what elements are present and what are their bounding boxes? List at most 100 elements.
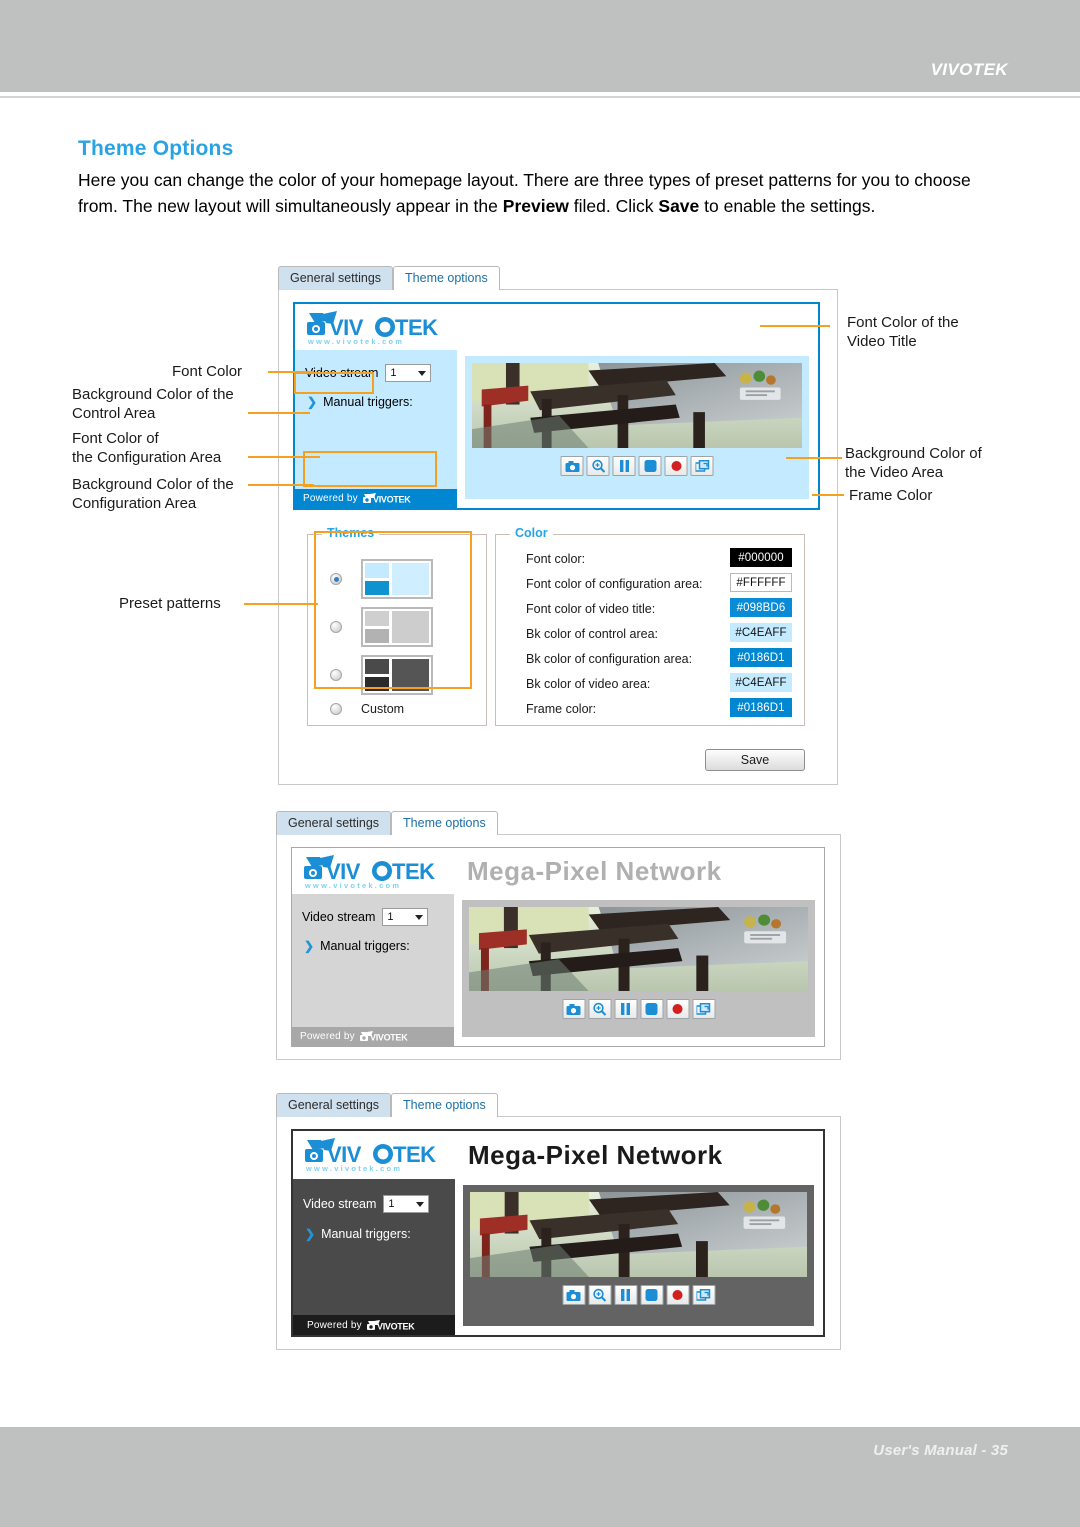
preview-panel-dark: VIV TEK www.vivotek.com Mega-Pixel Netwo… [276,1116,841,1350]
vivotek-wordmark-icon: VIVOTEK [362,493,411,504]
pause-icon[interactable] [612,456,636,476]
theme-radio-blue[interactable] [330,573,342,585]
color-value-bk-control[interactable]: #C4EAFF [730,623,792,642]
pause-icon-gray[interactable] [614,999,637,1019]
body-part-3: to enable the settings. [699,196,876,216]
tab-theme-options-dark[interactable]: Theme options [391,1093,498,1117]
svg-text:VIVOTEK: VIVOTEK [377,1321,415,1331]
stop-icon-gray[interactable] [640,999,663,1019]
svg-text:www.vivotek.com: www.vivotek.com [305,1164,402,1173]
pause-icon-dark[interactable] [614,1285,637,1305]
digital-zoom-icon[interactable] [586,456,610,476]
manual-triggers-row-gray[interactable]: ❯ Manual triggers: [304,939,410,953]
snapshot-icon-dark[interactable] [562,1285,585,1305]
chevron-down-icon [418,370,427,376]
tab-theme-options-gray[interactable]: Theme options [391,811,498,835]
preview-video-area [465,356,809,499]
leader-bk-control-area [248,412,310,414]
powered-by-text: Powered by [303,493,358,504]
record-icon-gray[interactable] [666,999,689,1019]
theme-option-gray[interactable] [330,607,433,647]
theme-option-blue[interactable] [330,559,433,599]
theme-thumbnail-blue [361,559,433,599]
fullscreen-icon-gray[interactable] [692,999,715,1019]
color-value-bk-config[interactable]: #0186D1 [730,648,792,667]
color-row-label-bk-control: Bk color of control area: [526,627,659,641]
color-row-label-frame: Frame color: [526,702,597,716]
manual-triggers-row[interactable]: ❯ Manual triggers: [307,395,413,409]
vivotek-wordmark-icon-dark: VIVOTEK [366,1319,415,1331]
chevron-right-icon: ❯ [307,395,318,409]
powered-by-text-dark: Powered by [307,1319,362,1331]
color-row-label-font: Font color: [526,552,586,566]
stop-icon[interactable] [638,456,662,476]
preview-control-area-gray: Video stream 1 ❯ Manual triggers: Powere… [292,894,454,1046]
chevron-down-icon-dark [416,1201,425,1207]
tab-bar-gray: General settings Theme options [276,810,498,835]
snapshot-icon[interactable] [560,456,584,476]
video-stream-label: Video stream [305,366,379,380]
homepage-preview-dark: VIV TEK www.vivotek.com Mega-Pixel Netwo… [291,1129,825,1337]
video-stream-value: 1 [390,367,397,379]
preview-control-area: Video stream 1 ❯ Manual triggers: Powere… [295,350,457,508]
color-value-bk-video[interactable]: #C4EAFF [730,673,792,692]
color-value-frame[interactable]: #0186D1 [730,698,792,717]
fullscreen-icon[interactable] [690,456,714,476]
theme-option-custom[interactable]: Custom [330,702,404,716]
callout-bk-control-area: Background Color of the Control Area [72,386,234,422]
leader-font-config-area [248,456,320,458]
video-stream-row-dark: Video stream 1 [303,1195,430,1213]
page-title: Theme Options [78,137,234,160]
leader-preset-patterns [244,603,318,605]
theme-radio-dark[interactable] [330,669,342,681]
vivotek-wordmark-icon-gray: VIVOTEK [359,1031,408,1042]
record-icon[interactable] [664,456,688,476]
callout-frame-color: Frame Color [849,487,933,504]
preview-video-area-dark [463,1185,814,1326]
screenshot-theme-preview-dark: General settings Theme options VIV TEK w… [276,1092,841,1350]
vivotek-logo-icon-gray: VIV TEK www.vivotek.com [304,855,436,890]
vivotek-logo-icon: VIV TEK www.vivotek.com [307,311,439,346]
video-stream-label-dark: Video stream [303,1197,377,1211]
fullscreen-icon-dark[interactable] [692,1285,715,1305]
color-legend: Color [510,526,553,540]
video-stream-value-gray: 1 [387,911,394,923]
save-button[interactable]: Save [705,749,805,771]
video-stream-select-gray[interactable]: 1 [382,908,429,926]
snapshot-icon-gray[interactable] [562,999,585,1019]
theme-radio-custom[interactable] [330,703,342,715]
themes-fieldset: Themes Custom [307,526,487,726]
svg-text:VIVOTEK: VIVOTEK [370,1032,408,1042]
tab-general-settings[interactable]: General settings [278,266,394,290]
digital-zoom-icon-dark[interactable] [588,1285,611,1305]
color-row-label-font-title: Font color of video title: [526,602,656,616]
video-stream-select[interactable]: 1 [385,364,432,382]
leader-frame-color [812,494,844,496]
tab-general-settings-gray[interactable]: General settings [276,811,392,835]
video-stream-select-dark[interactable]: 1 [383,1195,430,1213]
color-value-font-title[interactable]: #098BD6 [730,598,792,617]
tab-theme-options[interactable]: Theme options [393,266,500,290]
theme-thumbnail-gray [361,607,433,647]
preview-video-area-gray [462,900,815,1037]
screenshot-theme-options-blue: General settings Theme options VIV TEK w… [278,265,838,785]
callout-preset-patterns: Preset patterns [119,595,221,612]
page-header-band [0,0,1080,92]
stop-icon-dark[interactable] [640,1285,663,1305]
digital-zoom-icon-gray[interactable] [588,999,611,1019]
leader-font-color [268,371,314,373]
theme-option-dark[interactable] [330,655,433,695]
preview-logo-strip-dark: VIV TEK www.vivotek.com Mega-Pixel Netwo… [293,1131,823,1179]
theme-thumbnail-dark [361,655,433,695]
tab-general-settings-dark[interactable]: General settings [276,1093,392,1117]
color-value-font[interactable]: #000000 [730,548,792,567]
powered-by-bar-gray: Powered by VIVOTEK [292,1027,454,1046]
tab-bar: General settings Theme options [278,265,500,290]
manual-triggers-row-dark[interactable]: ❯ Manual triggers: [305,1227,411,1241]
leader-font-video-title [760,325,830,327]
svg-text:VIVOTEK: VIVOTEK [373,494,411,504]
video-control-bar [560,456,714,476]
theme-radio-gray[interactable] [330,621,342,633]
record-icon-dark[interactable] [666,1285,689,1305]
color-value-font-config[interactable]: #FFFFFF [730,573,792,592]
